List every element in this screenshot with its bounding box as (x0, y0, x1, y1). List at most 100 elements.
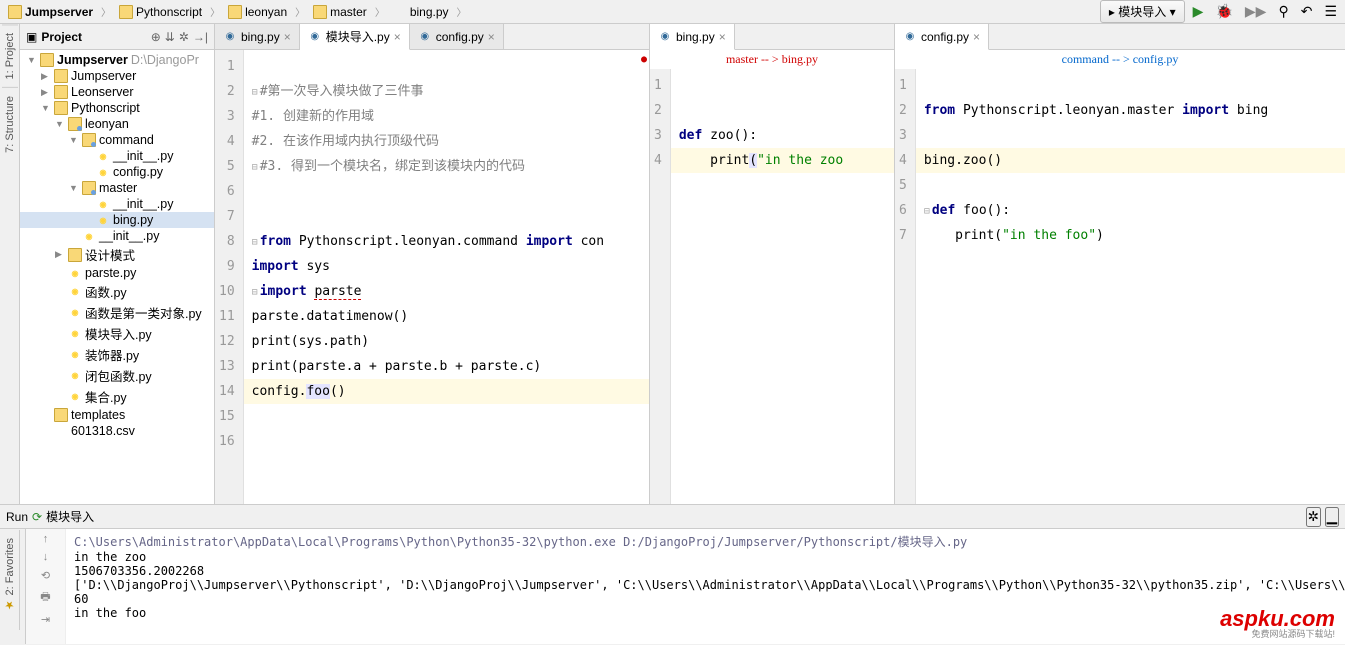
code-line[interactable] (916, 173, 1345, 198)
tree-item[interactable]: ▼master (20, 180, 214, 196)
code-line[interactable]: print("in the zoo (671, 148, 894, 173)
hide-icon[interactable]: →| (193, 30, 208, 44)
tree-arrow-icon[interactable]: ▶ (41, 71, 51, 82)
tree-arrow-icon[interactable]: ▼ (55, 119, 65, 129)
breadcrumb-item[interactable]: master (309, 3, 371, 21)
close-icon[interactable]: × (488, 30, 495, 44)
tree-item[interactable]: ▶设计模式 (20, 244, 214, 265)
settings-button[interactable]: ☰ (1320, 1, 1341, 22)
stop-button[interactable]: ▶▶ (1241, 1, 1271, 22)
tree-item[interactable]: 模块导入.py (20, 323, 214, 344)
code-editor[interactable]: 12345678910111213141516 ●⊟#第一次导入模块做了三件事#… (215, 50, 649, 504)
gear-icon[interactable]: ✲ (179, 30, 189, 44)
tree-item[interactable]: templates (20, 407, 214, 423)
gear-icon[interactable]: ✲ (1306, 507, 1321, 527)
code-line[interactable]: ⊟#3. 得到一个模块名，绑定到该模块内的代码 (244, 154, 649, 179)
tree-item[interactable]: 闭包函数.py (20, 365, 214, 386)
scroll-icon[interactable]: ⇥ (41, 613, 50, 626)
print-icon[interactable]: 🖶 (40, 588, 50, 607)
code-line[interactable]: ⊟#第一次导入模块做了三件事 (244, 79, 649, 104)
tree-item[interactable]: __init__.py (20, 148, 214, 164)
editor-tab[interactable]: ◉模块导入.py× (300, 24, 410, 50)
breadcrumb-item[interactable]: bing.py (389, 3, 453, 21)
code-line[interactable]: ⊟def foo(): (916, 198, 1345, 223)
up-icon[interactable]: ↑ (43, 533, 49, 545)
code-line[interactable]: print(sys.path) (244, 329, 649, 354)
wrap-icon[interactable]: ⟲ (41, 569, 50, 582)
breadcrumb-item[interactable]: Jumpserver (4, 3, 97, 21)
console-output[interactable]: C:\Users\Administrator\AppData\Local\Pro… (66, 529, 1345, 644)
project-tree[interactable]: ▼Jumpserver D:\DjangoPr▶Jumpserver▶Leons… (20, 50, 214, 504)
breadcrumb-item[interactable]: Pythonscript (115, 3, 206, 21)
tree-arrow-icon[interactable]: ▶ (41, 87, 51, 98)
code-line[interactable]: bing.zoo() (916, 148, 1345, 173)
project-tool-tab[interactable]: 1: Project (2, 24, 18, 87)
code-editor[interactable]: 1234 def zoo(): print("in the zoo (650, 69, 894, 504)
tree-item[interactable]: 函数是第一类对象.py (20, 302, 214, 323)
tree-item[interactable]: ▼leonyan (20, 116, 214, 132)
code-content[interactable]: def zoo(): print("in the zoo (671, 69, 894, 504)
code-line[interactable] (916, 73, 1345, 98)
back-button[interactable]: ↶ (1297, 1, 1317, 22)
structure-tool-tab[interactable]: 7: Structure (2, 87, 18, 161)
tree-item[interactable]: 装饰器.py (20, 344, 214, 365)
tree-arrow-icon[interactable]: ▶ (55, 249, 65, 260)
code-line[interactable] (916, 123, 1345, 148)
code-line[interactable]: print("in the foo") (916, 223, 1345, 248)
code-line[interactable]: ⊟import parste (244, 279, 649, 304)
code-line[interactable] (244, 179, 649, 204)
code-line[interactable]: print(parste.a + parste.b + parste.c) (244, 354, 649, 379)
code-line[interactable]: import sys (244, 254, 649, 279)
breadcrumb-item[interactable]: leonyan (224, 3, 291, 21)
code-line[interactable] (244, 204, 649, 229)
code-editor[interactable]: 1234567 from Pythonscript.leonyan.master… (895, 69, 1345, 504)
tree-item[interactable]: 集合.py (20, 386, 214, 407)
code-line[interactable] (671, 73, 894, 98)
code-line[interactable]: #2. 在该作用域内执行顶级代码 (244, 129, 649, 154)
code-line[interactable]: #1. 创建新的作用域 (244, 104, 649, 129)
debug-button[interactable]: 🐞 (1211, 1, 1236, 22)
tree-item[interactable]: 601318.csv (20, 423, 214, 439)
code-content[interactable]: ●⊟#第一次导入模块做了三件事#1. 创建新的作用域#2. 在该作用域内执行顶级… (244, 50, 649, 504)
search-button[interactable]: ⚲ (1274, 1, 1292, 22)
editor-tab[interactable]: ◉bing.py× (650, 24, 735, 50)
tree-item[interactable]: ▶Jumpserver (20, 68, 214, 84)
code-line[interactable] (671, 98, 894, 123)
tree-item[interactable]: bing.py (20, 212, 214, 228)
tree-item[interactable]: config.py (20, 164, 214, 180)
tree-item[interactable]: ▼command (20, 132, 214, 148)
tree-item[interactable]: __init__.py (20, 196, 214, 212)
tree-arrow-icon[interactable]: ▼ (41, 103, 51, 113)
code-line[interactable]: parste.datatimenow() (244, 304, 649, 329)
editor-tab[interactable]: ◉bing.py× (215, 24, 300, 49)
editor-tab[interactable]: ◉config.py× (895, 24, 989, 50)
code-line[interactable]: config.foo() (244, 379, 649, 404)
close-icon[interactable]: × (284, 30, 291, 44)
minimize-icon[interactable]: ▁ (1325, 507, 1339, 527)
tree-item[interactable]: 函数.py (20, 281, 214, 302)
tree-item[interactable]: parste.py (20, 265, 214, 281)
tree-item[interactable]: ▼Jumpserver D:\DjangoPr (20, 52, 214, 68)
code-line[interactable]: from Pythonscript.leonyan.master import … (916, 98, 1345, 123)
code-line[interactable]: ⊟from Pythonscript.leonyan.command impor… (244, 229, 649, 254)
close-icon[interactable]: × (394, 30, 401, 44)
code-line[interactable]: def zoo(): (671, 123, 894, 148)
collapse-icon[interactable]: ⇊ (165, 30, 175, 44)
editor-tab[interactable]: ◉config.py× (410, 24, 504, 49)
code-line[interactable] (244, 54, 649, 79)
scroll-from-source-icon[interactable]: ⊕ (151, 30, 161, 44)
tree-arrow-icon[interactable]: ▼ (69, 183, 79, 193)
close-icon[interactable]: × (973, 30, 980, 44)
tree-arrow-icon[interactable]: ▼ (69, 135, 79, 145)
tree-arrow-icon[interactable]: ▼ (27, 55, 37, 65)
run-config-selector[interactable]: ▸ 模块导入 ▾ (1100, 0, 1185, 23)
run-button[interactable]: ▶ (1189, 1, 1208, 22)
code-line[interactable] (244, 404, 649, 429)
tree-item[interactable]: ▶Leonserver (20, 84, 214, 100)
favorites-tool-tab[interactable]: ★ 2: Favorites (1, 530, 18, 620)
close-icon[interactable]: × (719, 30, 726, 44)
tree-item[interactable]: __init__.py (20, 228, 214, 244)
code-content[interactable]: from Pythonscript.leonyan.master import … (916, 69, 1345, 504)
down-icon[interactable]: ↓ (43, 551, 49, 563)
tree-item[interactable]: ▼Pythonscript (20, 100, 214, 116)
